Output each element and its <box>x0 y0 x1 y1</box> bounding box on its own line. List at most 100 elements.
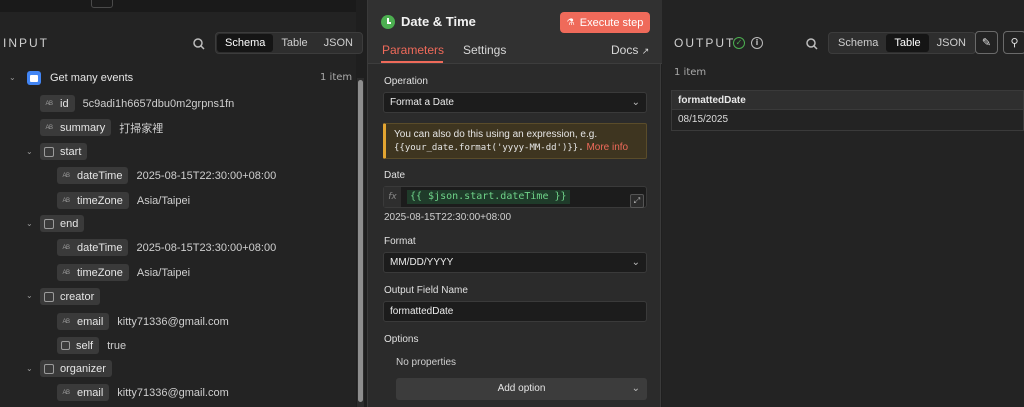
info-icon[interactable]: i <box>751 37 763 49</box>
tab-parameters[interactable]: Parameters <box>382 43 444 57</box>
open-editor-icon[interactable]: ⤢ <box>630 194 644 208</box>
format-select[interactable]: MM/DD/YYYY ⌄ <box>383 252 647 273</box>
chevron-down-icon[interactable]: ⌄ <box>26 292 34 300</box>
options-label: Options <box>384 334 419 345</box>
search-icon[interactable] <box>804 36 820 52</box>
chevron-down-icon[interactable]: ⌄ <box>26 365 34 373</box>
object-type-icon <box>44 146 54 157</box>
chevron-down-icon[interactable]: ⌄ <box>9 74 17 82</box>
docs-link[interactable]: Docs ↗ <box>611 43 649 57</box>
chevron-down-icon: ⌄ <box>631 257 640 268</box>
pencil-icon: ✎ <box>981 36 992 49</box>
output-field-input[interactable]: formattedDate <box>383 301 647 322</box>
field-key: creator <box>60 290 95 303</box>
field-key: organizer <box>60 362 106 375</box>
field-value: 2025-08-15T22:30:00+08:00 <box>136 169 277 182</box>
input-panel: INPUT Schema Table JSON ⌄ Get many event… <box>0 0 363 407</box>
input-node-row[interactable]: Get many events <box>27 70 133 85</box>
success-check-icon: ✓ <box>733 37 745 49</box>
field-start-timezone[interactable]: AB timeZone Asia/Taipei <box>57 192 190 209</box>
external-link-icon: ↗ <box>641 46 650 56</box>
field-key: id <box>60 97 69 110</box>
field-start-datetime[interactable]: AB dateTime 2025-08-15T22:30:00+08:00 <box>57 167 276 184</box>
execute-step-button[interactable]: ⚗ Execute step <box>560 12 650 33</box>
field-key: start <box>60 145 82 158</box>
string-type-icon: AB <box>62 318 70 325</box>
field-key: timeZone <box>77 194 123 207</box>
output-panel: OUTPUT ✓ i Schema Table JSON ✎ ⚲ 1 item … <box>662 0 1024 407</box>
field-organizer[interactable]: organizer <box>40 360 112 377</box>
date-expression-field[interactable]: fx {{ $json.start.dateTime }} ⤢ <box>383 186 647 208</box>
output-item-count: 1 item <box>674 67 707 78</box>
string-type-icon: AB <box>45 124 53 131</box>
add-option-button[interactable]: Add option ⌄ <box>396 378 647 400</box>
operation-label: Operation <box>384 76 428 87</box>
field-creator-self[interactable]: self true <box>57 337 126 354</box>
node-header: Date & Time ⚗ Execute step Parameters Se… <box>368 0 662 64</box>
search-icon[interactable] <box>191 36 207 52</box>
field-key: self <box>76 339 94 352</box>
field-value: Asia/Taipei <box>136 266 191 279</box>
edit-output-button[interactable]: ✎ <box>975 31 998 54</box>
field-value: true <box>107 339 127 352</box>
output-field-value: formattedDate <box>390 306 454 317</box>
format-value: MM/DD/YYYY <box>390 257 454 268</box>
field-end-datetime[interactable]: AB dateTime 2025-08-15T23:30:00+08:00 <box>57 239 276 256</box>
field-value: 2025-08-15T23:30:00+08:00 <box>136 241 277 254</box>
table-cell[interactable]: 08/15/2025 <box>671 110 1024 131</box>
tab-settings[interactable]: Settings <box>463 43 506 57</box>
string-type-icon: AB <box>62 197 70 204</box>
flask-icon: ⚗ <box>566 17 575 27</box>
field-end[interactable]: end <box>40 215 85 232</box>
fx-icon: fx <box>384 187 401 207</box>
string-type-icon: AB <box>62 244 70 251</box>
field-organizer-email[interactable]: AB email kitty71336@gmail.com <box>57 384 229 401</box>
view-table[interactable]: Table <box>273 34 315 52</box>
field-creator[interactable]: creator <box>40 288 101 305</box>
chevron-down-icon[interactable]: ⌄ <box>26 220 34 228</box>
field-id[interactable]: AB id 5c9adi1h6657dbu0m2grpns1fn <box>40 95 234 112</box>
operation-select[interactable]: Format a Date ⌄ <box>383 92 647 113</box>
input-view-switcher: Schema Table JSON <box>215 32 363 54</box>
field-start[interactable]: start <box>40 143 88 160</box>
field-key: dateTime <box>77 241 123 254</box>
output-title: OUTPUT <box>674 36 736 50</box>
top-strip <box>0 0 356 12</box>
output-field-label: Output Field Name <box>384 285 468 296</box>
scrollbar-thumb[interactable] <box>358 80 363 402</box>
operation-value: Format a Date <box>390 97 454 108</box>
no-properties-text: No properties <box>396 357 457 368</box>
field-creator-email[interactable]: AB email kitty71336@gmail.com <box>57 313 229 330</box>
string-type-icon: AB <box>62 269 70 276</box>
object-type-icon <box>44 218 54 229</box>
node-title: Date & Time <box>401 14 476 29</box>
chevron-down-icon[interactable]: ⌄ <box>26 148 34 156</box>
field-value: 5c9adi1h6657dbu0m2grpns1fn <box>82 97 235 110</box>
more-info-link[interactable]: More info <box>586 142 628 153</box>
notice-code: {{your_date.format('yyyy-MM-dd')}}. <box>394 143 584 153</box>
notice-text: You can also do this using an expression… <box>394 129 598 140</box>
add-option-label: Add option <box>497 383 546 394</box>
view-table[interactable]: Table <box>886 34 929 52</box>
active-tab-indicator <box>381 61 443 63</box>
field-end-timezone[interactable]: AB timeZone Asia/Taipei <box>57 264 190 281</box>
string-type-icon: AB <box>62 172 70 179</box>
input-scrollbar[interactable] <box>357 78 364 407</box>
pin-data-button[interactable]: ⚲ <box>1003 31 1024 54</box>
field-summary[interactable]: AB summary 打掃家裡 <box>40 119 163 136</box>
google-calendar-icon <box>27 70 41 85</box>
view-json[interactable]: JSON <box>316 34 361 52</box>
object-type-icon <box>44 291 54 302</box>
view-schema[interactable]: Schema <box>830 34 886 52</box>
view-schema[interactable]: Schema <box>217 34 274 52</box>
date-expression: {{ $json.start.dateTime }} <box>407 190 570 204</box>
back-button[interactable] <box>91 0 113 8</box>
view-json[interactable]: JSON <box>929 34 974 52</box>
date-label: Date <box>384 170 406 181</box>
field-key: dateTime <box>77 169 123 182</box>
chevron-down-icon: ⌄ <box>631 97 640 108</box>
field-value: 打掃家裡 <box>119 122 164 135</box>
field-key: end <box>60 217 79 230</box>
output-table: formattedDate 08/15/2025 <box>671 90 1024 131</box>
docs-label: Docs <box>611 43 639 57</box>
